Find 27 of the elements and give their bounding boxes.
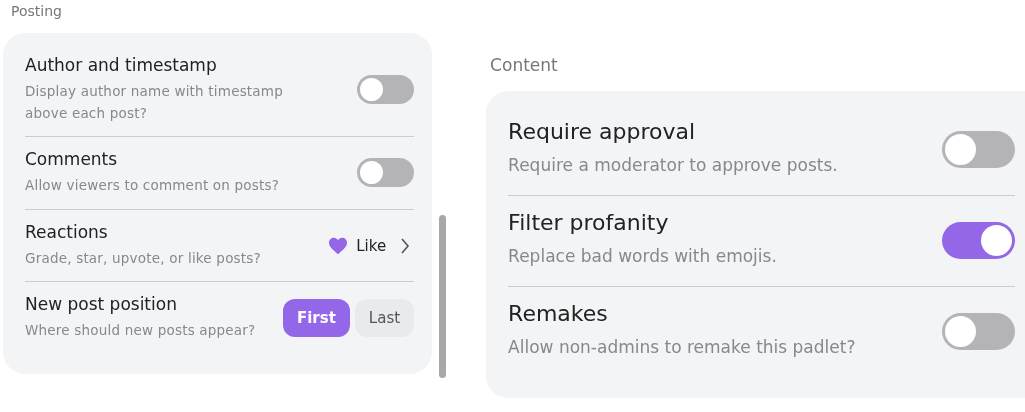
setting-title: Comments <box>25 149 119 170</box>
setting-description: Display author name with timestamp above each post? <box>25 82 284 123</box>
setting-title: Remakes <box>508 301 609 327</box>
position-option[interactable]: Last <box>354 299 415 338</box>
setting-description: Allow non-admins to remake this padlet? <box>508 336 856 360</box>
toggle-switch[interactable] <box>942 312 1015 350</box>
toggle-switch[interactable] <box>942 221 1015 259</box>
chevron-right-icon <box>400 237 411 254</box>
setting-title: New post position <box>25 294 178 315</box>
toggle-switch[interactable] <box>357 158 415 188</box>
toggle-switch[interactable] <box>942 130 1015 168</box>
section-heading: Posting <box>10 2 63 21</box>
section-heading: Content <box>489 54 559 77</box>
scrollbar[interactable] <box>439 215 446 378</box>
setting-title: Filter profanity <box>508 210 670 236</box>
setting-description: Require a moderator to approve posts. <box>508 154 838 177</box>
setting-description: Replace bad words with emojis. <box>508 245 777 269</box>
setting-title: Author and timestamp <box>25 55 218 75</box>
setting-description: Grade, star, upvote, or like posts? <box>25 248 261 268</box>
reaction-selector[interactable]: Like <box>328 236 415 255</box>
setting-description: Allow viewers to comment on posts? <box>25 176 280 196</box>
position-option[interactable]: First <box>282 299 350 338</box>
heart-icon <box>328 236 349 255</box>
setting-title: Reactions <box>25 221 109 242</box>
setting-description: Where should new posts appear? <box>25 321 256 341</box>
toggle-switch[interactable] <box>357 75 415 105</box>
setting-title: Require approval <box>508 119 697 144</box>
